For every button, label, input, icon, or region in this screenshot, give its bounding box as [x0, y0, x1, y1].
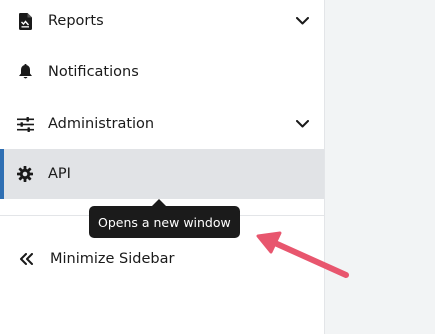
active-indicator: [0, 149, 4, 199]
minimize-sidebar-button[interactable]: Minimize Sidebar: [0, 234, 324, 284]
sidebar-item-label: Reports: [48, 13, 104, 29]
chevron-down-icon[interactable]: [294, 116, 310, 132]
tooltip-arrow: [152, 199, 166, 206]
sidebar-item-notifications[interactable]: Notifications: [0, 47, 324, 97]
chevron-down-icon[interactable]: [294, 13, 310, 29]
sidebar-item-api[interactable]: API: [0, 149, 324, 199]
sidebar-item-label: Administration: [48, 116, 155, 132]
tooltip: Opens a new window: [89, 206, 240, 238]
gear-icon: [16, 165, 34, 183]
bell-icon: [16, 63, 34, 81]
double-chevron-left-icon: [17, 250, 35, 268]
sidebar-item-label: Notifications: [48, 64, 139, 80]
sidebar-item-administration[interactable]: Administration: [0, 99, 324, 149]
sliders-icon: [16, 115, 34, 133]
sidebar-item-label: API: [48, 166, 71, 182]
sidebar-item-reports[interactable]: Reports: [0, 0, 324, 46]
tooltip-text: Opens a new window: [98, 214, 231, 230]
minimize-sidebar-label: Minimize Sidebar: [50, 251, 175, 267]
report-document-icon: [16, 12, 34, 30]
main-content: [325, 0, 435, 334]
sidebar: Reports Notifications Administration API…: [0, 0, 325, 334]
